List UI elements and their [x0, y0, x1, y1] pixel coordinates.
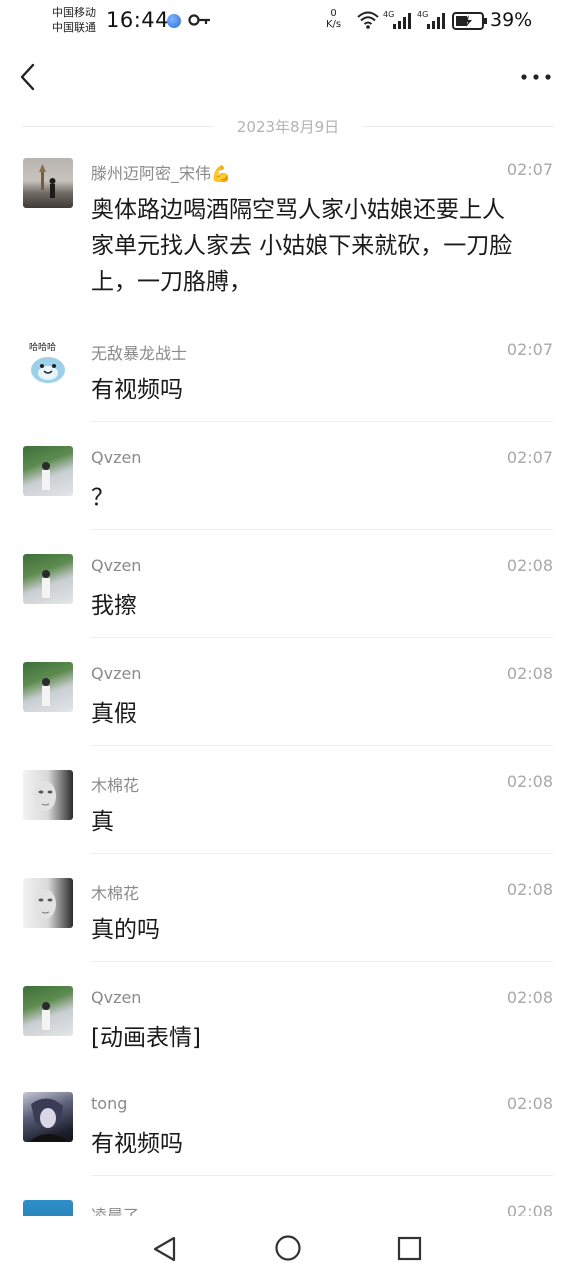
system-navigation-bar — [0, 1216, 576, 1280]
avatar-photo — [34, 889, 56, 919]
avatar[interactable] — [23, 1200, 73, 1216]
message-text: 奥体路边喝酒隔空骂人家小姑娘还要上人 家单元找人家去 小姑娘下来就砍，一刀脸 上… — [91, 192, 551, 300]
message-time: 02:07 — [506, 448, 553, 467]
message-text: 我擦 — [91, 588, 551, 624]
message-time: 02:08 — [506, 664, 553, 683]
message-time: 02:08 — [506, 556, 553, 575]
message-line: 有视频吗 — [91, 377, 183, 403]
divider-line — [91, 853, 553, 854]
message-time: 02:07 — [506, 340, 553, 359]
avatar-photo — [29, 1098, 69, 1142]
message-time: 02:08 — [506, 988, 553, 1007]
sender-name: 木棉花 — [91, 776, 140, 795]
divider-line — [91, 1175, 553, 1176]
sender-name: Qvzen — [91, 448, 142, 467]
avatar[interactable] — [23, 446, 73, 496]
nav-back-triangle-icon[interactable] — [150, 1234, 180, 1264]
message-line: 真假 — [91, 701, 137, 727]
sender-name: Qvzen — [91, 556, 142, 575]
message-text: [动画表情] — [91, 1020, 551, 1056]
sender-name: 木棉花 — [91, 884, 140, 903]
nav-recent-square-icon[interactable] — [397, 1236, 423, 1262]
message-text: 有视频吗 — [91, 1126, 551, 1162]
avatar-photo — [42, 678, 50, 706]
divider-line — [91, 961, 553, 962]
svg-text:哈哈哈: 哈哈哈 — [29, 341, 56, 353]
message-line: ？ — [91, 485, 114, 511]
cartoon-dinosaur-icon: 哈哈哈 — [29, 341, 65, 383]
message-text: ？ — [91, 480, 551, 516]
message-time: 02:08 — [506, 772, 553, 791]
avatar[interactable] — [23, 158, 73, 208]
message-line: 真的吗 — [91, 917, 160, 943]
avatar[interactable] — [23, 878, 73, 928]
message-line: 真 — [91, 809, 114, 835]
sender-name: tong — [91, 1094, 128, 1113]
message-line: [动画表情] — [91, 1025, 201, 1051]
avatar[interactable] — [23, 986, 73, 1036]
avatar[interactable] — [23, 554, 73, 604]
message-line: 奥体路边喝酒隔空骂人家小姑娘还要上人 — [91, 197, 505, 223]
divider-line — [91, 529, 553, 530]
divider-line — [91, 745, 553, 746]
avatar-photo — [39, 164, 56, 198]
message-list[interactable]: 滕州迈阿密_宋伟💪 02:07 奥体路边喝酒隔空骂人家小姑娘还要上人 家单元找人… — [0, 0, 576, 1216]
avatar-photo — [34, 781, 56, 811]
sender-name: Qvzen — [91, 664, 142, 683]
divider-line — [91, 637, 553, 638]
avatar-photo — [42, 570, 50, 598]
avatar[interactable] — [23, 770, 73, 820]
message-text: 真 — [91, 804, 551, 840]
message-text: 真的吗 — [91, 912, 551, 948]
avatar[interactable]: 哈哈哈 — [23, 338, 73, 388]
avatar-photo — [42, 462, 50, 490]
sender-name: 滕州迈阿密_宋伟💪 — [91, 164, 231, 183]
divider-line — [91, 421, 553, 422]
message-line: 有视频吗 — [91, 1131, 183, 1157]
nav-home-circle-icon[interactable] — [274, 1234, 302, 1262]
sender-name: 无敌暴龙战士 — [91, 344, 188, 363]
message-line: 我擦 — [91, 593, 137, 619]
avatar[interactable] — [23, 662, 73, 712]
message-text: 有视频吗 — [91, 372, 551, 408]
message-line: 家单元找人家去 小姑娘下来就砍，一刀脸 — [91, 233, 513, 259]
sender-name: Qvzen — [91, 988, 142, 1007]
avatar-photo — [42, 1002, 50, 1030]
avatar[interactable] — [23, 1092, 73, 1142]
message-text: 真假 — [91, 696, 551, 732]
message-time: 02:08 — [506, 1202, 553, 1216]
message-time: 02:08 — [506, 880, 553, 899]
message-time: 02:08 — [506, 1094, 553, 1113]
message-time: 02:07 — [506, 160, 553, 179]
message-line: 上，一刀胳膊， — [91, 269, 252, 295]
sender-name: 凌晨了 — [91, 1206, 140, 1216]
